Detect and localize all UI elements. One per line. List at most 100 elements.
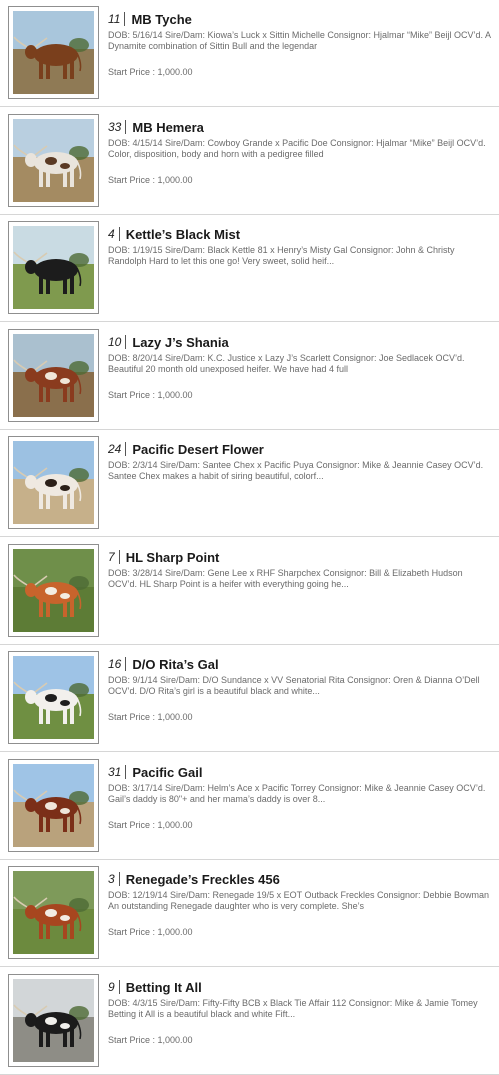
start-price: Start Price : 1,000.00 xyxy=(108,820,193,830)
cattle-photo xyxy=(13,119,94,202)
title-divider xyxy=(118,872,120,886)
lot-description: DOB: 12/19/14 Sire/Dam: Renegade 19/5 x … xyxy=(108,890,490,911)
lot-name-link[interactable]: Pacific Desert Flower xyxy=(132,442,264,457)
lot-name-link[interactable]: Lazy J’s Shania xyxy=(132,335,228,350)
cattle-photo xyxy=(13,871,94,954)
lot-row[interactable]: 11 MB Tyche DOB: 5/16/14 Sire/Dam: Kiowa… xyxy=(0,0,499,107)
lot-thumbnail[interactable] xyxy=(8,436,99,529)
lot-number: 3 xyxy=(108,872,115,886)
lot-number: 31 xyxy=(108,765,122,779)
lot-thumbnail[interactable] xyxy=(8,759,99,852)
cattle-photo xyxy=(13,549,94,632)
lot-thumbnail[interactable] xyxy=(8,866,99,959)
start-price-value: 1,000.00 xyxy=(157,390,193,400)
lot-title: 4 Kettle’s Black Mist xyxy=(108,225,240,243)
lot-thumbnail[interactable] xyxy=(8,114,99,207)
lot-title: 3 Renegade’s Freckles 456 xyxy=(108,870,280,888)
lot-number: 4 xyxy=(108,227,115,241)
lot-name-link[interactable]: Pacific Gail xyxy=(132,765,202,780)
lot-title: 33 MB Hemera xyxy=(108,118,204,136)
lot-thumbnail[interactable] xyxy=(8,974,99,1067)
lot-description: DOB: 5/16/14 Sire/Dam: Kiowa’s Luck x Si… xyxy=(108,30,491,51)
start-price-label: Start Price : xyxy=(108,390,156,400)
title-divider xyxy=(118,550,120,564)
start-price-value: 1,000.00 xyxy=(157,927,193,937)
cattle-photo xyxy=(13,11,94,94)
lot-number: 24 xyxy=(108,442,122,456)
lot-row[interactable]: 3 Renegade’s Freckles 456 DOB: 12/19/14 … xyxy=(0,860,499,967)
lot-description: DOB: 3/28/14 Sire/Dam: Gene Lee x RHF Sh… xyxy=(108,568,463,589)
lot-description: DOB: 2/3/14 Sire/Dam: Santee Chex x Paci… xyxy=(108,460,484,481)
title-divider xyxy=(125,442,127,456)
lot-title: 11 MB Tyche xyxy=(108,10,192,28)
lot-name-link[interactable]: D/O Rita’s Gal xyxy=(132,657,218,672)
lot-row[interactable]: 4 Kettle’s Black Mist DOB: 1/19/15 Sire/… xyxy=(0,215,499,322)
start-price-label: Start Price : xyxy=(108,927,156,937)
lot-row[interactable]: 24 Pacific Desert Flower DOB: 2/3/14 Sir… xyxy=(0,430,499,537)
cattle-photo xyxy=(13,226,94,309)
lot-number: 10 xyxy=(108,335,122,349)
lot-row[interactable]: 7 HL Sharp Point DOB: 3/28/14 Sire/Dam: … xyxy=(0,538,499,645)
lot-title: 7 HL Sharp Point xyxy=(108,548,219,566)
lot-description: DOB: 3/17/14 Sire/Dam: Helm’s Ace x Paci… xyxy=(108,783,486,804)
lot-description: DOB: 1/19/15 Sire/Dam: Black Kettle 81 x… xyxy=(108,245,455,266)
start-price-label: Start Price : xyxy=(108,1035,156,1045)
cattle-photo xyxy=(13,764,94,847)
lot-name-link[interactable]: Kettle’s Black Mist xyxy=(126,227,240,242)
lot-thumbnail[interactable] xyxy=(8,6,99,99)
lot-number: 33 xyxy=(108,120,122,134)
start-price: Start Price : 1,000.00 xyxy=(108,175,193,185)
lot-number: 9 xyxy=(108,980,115,994)
title-divider xyxy=(118,980,120,994)
lot-row[interactable]: 33 MB Hemera DOB: 4/15/14 Sire/Dam: Cowb… xyxy=(0,108,499,215)
start-price-value: 1,000.00 xyxy=(157,820,193,830)
lot-row[interactable]: 9 Betting It All DOB: 4/3/15 Sire/Dam: F… xyxy=(0,968,499,1075)
start-price: Start Price : 1,000.00 xyxy=(108,390,193,400)
start-price-value: 1,000.00 xyxy=(157,1035,193,1045)
title-divider xyxy=(125,765,127,779)
lot-row[interactable]: 31 Pacific Gail DOB: 3/17/14 Sire/Dam: H… xyxy=(0,753,499,860)
lot-thumbnail[interactable] xyxy=(8,651,99,744)
lot-title: 10 Lazy J’s Shania xyxy=(108,333,229,351)
lot-name-link[interactable]: MB Hemera xyxy=(132,120,204,135)
title-divider xyxy=(125,335,127,349)
start-price-value: 1,000.00 xyxy=(157,67,193,77)
title-divider xyxy=(118,227,120,241)
start-price-label: Start Price : xyxy=(108,820,156,830)
start-price-value: 1,000.00 xyxy=(157,175,193,185)
cattle-photo xyxy=(13,334,94,417)
cattle-photo xyxy=(13,441,94,524)
lot-row[interactable]: 16 D/O Rita’s Gal DOB: 9/1/14 Sire/Dam: … xyxy=(0,645,499,752)
cattle-photo xyxy=(13,656,94,739)
title-divider xyxy=(124,12,126,26)
lot-list: 11 MB Tyche DOB: 5/16/14 Sire/Dam: Kiowa… xyxy=(0,0,499,1075)
start-price: Start Price : 1,000.00 xyxy=(108,712,193,722)
lot-description: DOB: 4/15/14 Sire/Dam: Cowboy Grande x P… xyxy=(108,138,486,159)
lot-number: 11 xyxy=(108,12,121,26)
lot-description: DOB: 4/3/15 Sire/Dam: Fifty-Fifty BCB x … xyxy=(108,998,478,1019)
lot-thumbnail[interactable] xyxy=(8,329,99,422)
cattle-photo xyxy=(13,979,94,1062)
start-price-label: Start Price : xyxy=(108,67,156,77)
lot-title: 24 Pacific Desert Flower xyxy=(108,440,264,458)
lot-thumbnail[interactable] xyxy=(8,221,99,314)
title-divider xyxy=(125,657,127,671)
start-price-label: Start Price : xyxy=(108,712,156,722)
lot-number: 7 xyxy=(108,550,115,564)
lot-name-link[interactable]: Betting It All xyxy=(126,980,202,995)
lot-name-link[interactable]: HL Sharp Point xyxy=(126,550,220,565)
lot-description: DOB: 9/1/14 Sire/Dam: D/O Sundance x VV … xyxy=(108,675,480,696)
lot-row[interactable]: 10 Lazy J’s Shania DOB: 8/20/14 Sire/Dam… xyxy=(0,323,499,430)
lot-name-link[interactable]: MB Tyche xyxy=(131,12,191,27)
start-price: Start Price : 1,000.00 xyxy=(108,1035,193,1045)
start-price-label: Start Price : xyxy=(108,175,156,185)
start-price-value: 1,000.00 xyxy=(157,712,193,722)
title-divider xyxy=(125,120,127,134)
lot-description: DOB: 8/20/14 Sire/Dam: K.C. Justice x La… xyxy=(108,353,465,374)
lot-title: 16 D/O Rita’s Gal xyxy=(108,655,219,673)
lot-thumbnail[interactable] xyxy=(8,544,99,637)
lot-name-link[interactable]: Renegade’s Freckles 456 xyxy=(126,872,280,887)
lot-number: 16 xyxy=(108,657,122,671)
lot-title: 9 Betting It All xyxy=(108,978,202,996)
start-price: Start Price : 1,000.00 xyxy=(108,927,193,937)
